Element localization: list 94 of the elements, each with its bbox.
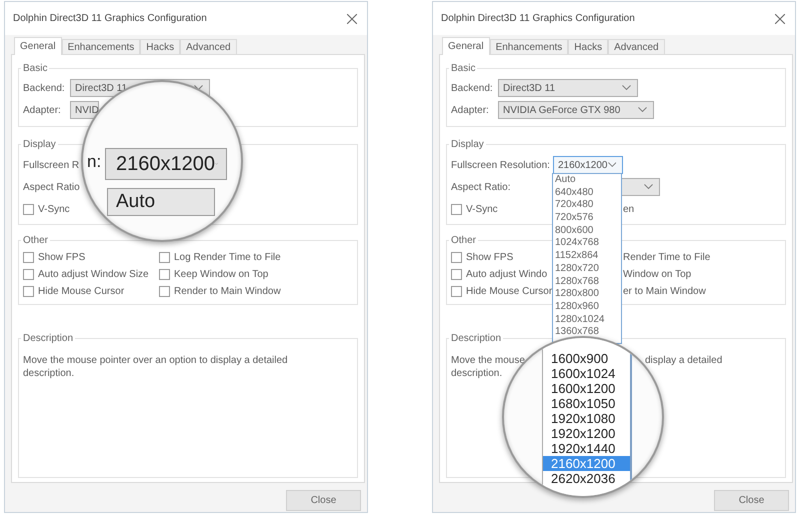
tab[interactable]: Advanced xyxy=(608,39,665,54)
list-option[interactable]: 1920x1200 xyxy=(543,426,630,441)
list-option[interactable]: 1152x864 xyxy=(553,250,621,263)
list-option[interactable]: 1600x1024 xyxy=(543,366,630,381)
dropdown[interactable]: 2160x1200 xyxy=(105,148,227,180)
close-button[interactable]: Close xyxy=(714,490,789,511)
description-text: Move the mouse pointer over an option to display a detailed description. xyxy=(23,354,289,380)
checkbox-label: Hide Mouse Cursor xyxy=(38,286,124,297)
list-option[interactable]: 1360x768 xyxy=(553,326,621,339)
checkbox[interactable] xyxy=(159,252,170,263)
list-option[interactable]: 720x480 xyxy=(553,199,621,212)
close-button[interactable]: Close xyxy=(286,490,361,511)
chevron-icon xyxy=(638,107,647,113)
checkbox-label: V-Sync xyxy=(38,204,70,214)
list-option[interactable]: 720x576 xyxy=(553,212,621,225)
checkbox-label: en xyxy=(623,204,634,214)
list-option[interactable]: 1280x720 xyxy=(553,262,621,276)
chevron-icon xyxy=(608,162,616,168)
list-option[interactable]: 800x600 xyxy=(553,224,621,238)
checkbox[interactable] xyxy=(159,269,170,280)
field-label: Aspect Ratio xyxy=(23,182,80,192)
window-title: Dolphin Direct3D 11 Graphics Configuration xyxy=(13,13,207,24)
tab[interactable]: Advanced xyxy=(180,39,237,54)
field-label: Backend: xyxy=(451,82,493,94)
group-title: Other xyxy=(450,234,478,247)
group-title: Other xyxy=(22,234,50,247)
list-option[interactable]: 1600x1200 xyxy=(543,381,630,396)
checkbox-label: V-Sync xyxy=(466,204,498,214)
list-option[interactable]: 1024x768 xyxy=(553,237,621,250)
list-option[interactable]: 1280x800 xyxy=(553,288,621,301)
tab[interactable]: General xyxy=(14,37,62,55)
dropdown[interactable]: NVID xyxy=(70,101,99,119)
checkbox-label: Auto adjust Window Size xyxy=(38,269,149,280)
chevron-icon xyxy=(644,184,653,190)
group-title: Description xyxy=(450,332,502,345)
dropdown[interactable]: Direct3D 11 xyxy=(498,79,638,97)
checkbox-label: Window on Top xyxy=(623,269,692,280)
field-label: Fullscreen R xyxy=(23,160,80,170)
checkbox-label: Render Time to File xyxy=(623,252,710,263)
field-label: Fullscreen Resolution: xyxy=(451,160,550,170)
checkbox[interactable] xyxy=(159,286,170,297)
list-option[interactable]: 1680x1050 xyxy=(543,396,630,411)
checkbox[interactable] xyxy=(451,269,462,280)
list-option[interactable]: 1280x1024 xyxy=(553,314,621,326)
list-option[interactable]: 2620x2036 xyxy=(543,471,630,486)
list-option[interactable]: 1280x960 xyxy=(553,300,621,314)
checkbox[interactable] xyxy=(23,269,34,280)
close-icon[interactable] xyxy=(347,14,357,24)
group-title: Display xyxy=(450,138,485,151)
field-label: Adapter: xyxy=(451,104,489,116)
checkbox-label: Keep Window on Top xyxy=(174,269,268,280)
tab[interactable]: General xyxy=(442,37,490,55)
checkbox-label: Render to Main Window xyxy=(174,286,281,297)
description-text: display a detailed xyxy=(645,355,722,366)
field-label: Backend: xyxy=(23,82,65,94)
checkbox-label: er to Main Window xyxy=(623,286,706,297)
description-text: description. xyxy=(451,368,502,379)
group-title: Description xyxy=(22,332,74,345)
list-option[interactable]: 640x480 xyxy=(553,186,621,200)
field-label: Aspect Ratio: xyxy=(451,182,510,192)
dropdown[interactable]: 2160x1200 xyxy=(553,156,623,174)
checkbox-label: Auto adjust Windo xyxy=(466,269,548,280)
checkbox-label: Hide Mouse Cursor xyxy=(466,286,552,297)
list-option[interactable]: 1920x1440 xyxy=(543,441,630,456)
group-title: Display xyxy=(22,138,57,151)
checkbox-label: Log Render Time to File xyxy=(174,252,281,263)
list-option[interactable]: Auto xyxy=(107,188,215,216)
checkbox[interactable] xyxy=(451,286,462,297)
chevron-icon xyxy=(194,85,203,91)
checkbox[interactable] xyxy=(23,204,34,214)
field-label: n: xyxy=(87,152,102,172)
description-text: Move the mouse xyxy=(451,355,525,366)
close-icon[interactable] xyxy=(775,14,785,24)
tab[interactable]: Enhancements xyxy=(490,39,568,54)
checkbox-label: Show FPS xyxy=(466,252,514,263)
tab[interactable]: Hacks xyxy=(568,39,608,54)
list-option[interactable]: Auto xyxy=(553,174,621,187)
list-option[interactable]: 2160x1200 xyxy=(543,456,630,471)
checkbox[interactable] xyxy=(23,252,34,263)
list-option[interactable]: 1600x900 xyxy=(543,351,630,366)
window-title: Dolphin Direct3D 11 Graphics Configuration xyxy=(441,13,635,24)
group-title: Basic xyxy=(450,62,476,75)
field-label: Adapter: xyxy=(23,104,61,116)
list-option[interactable]: 1920x1080 xyxy=(543,411,630,426)
list-option[interactable]: 1280x768 xyxy=(553,276,621,288)
checkbox-label: Show FPS xyxy=(38,252,86,263)
dropdown[interactable]: NVIDIA GeForce GTX 980 xyxy=(498,101,654,119)
checkbox[interactable] xyxy=(451,252,462,263)
tab[interactable]: Enhancements xyxy=(62,39,140,54)
chevron-icon xyxy=(622,85,631,91)
group-title: Basic xyxy=(22,62,48,75)
checkbox[interactable] xyxy=(23,286,34,297)
tab[interactable]: Hacks xyxy=(140,39,180,54)
checkbox[interactable] xyxy=(451,204,462,214)
